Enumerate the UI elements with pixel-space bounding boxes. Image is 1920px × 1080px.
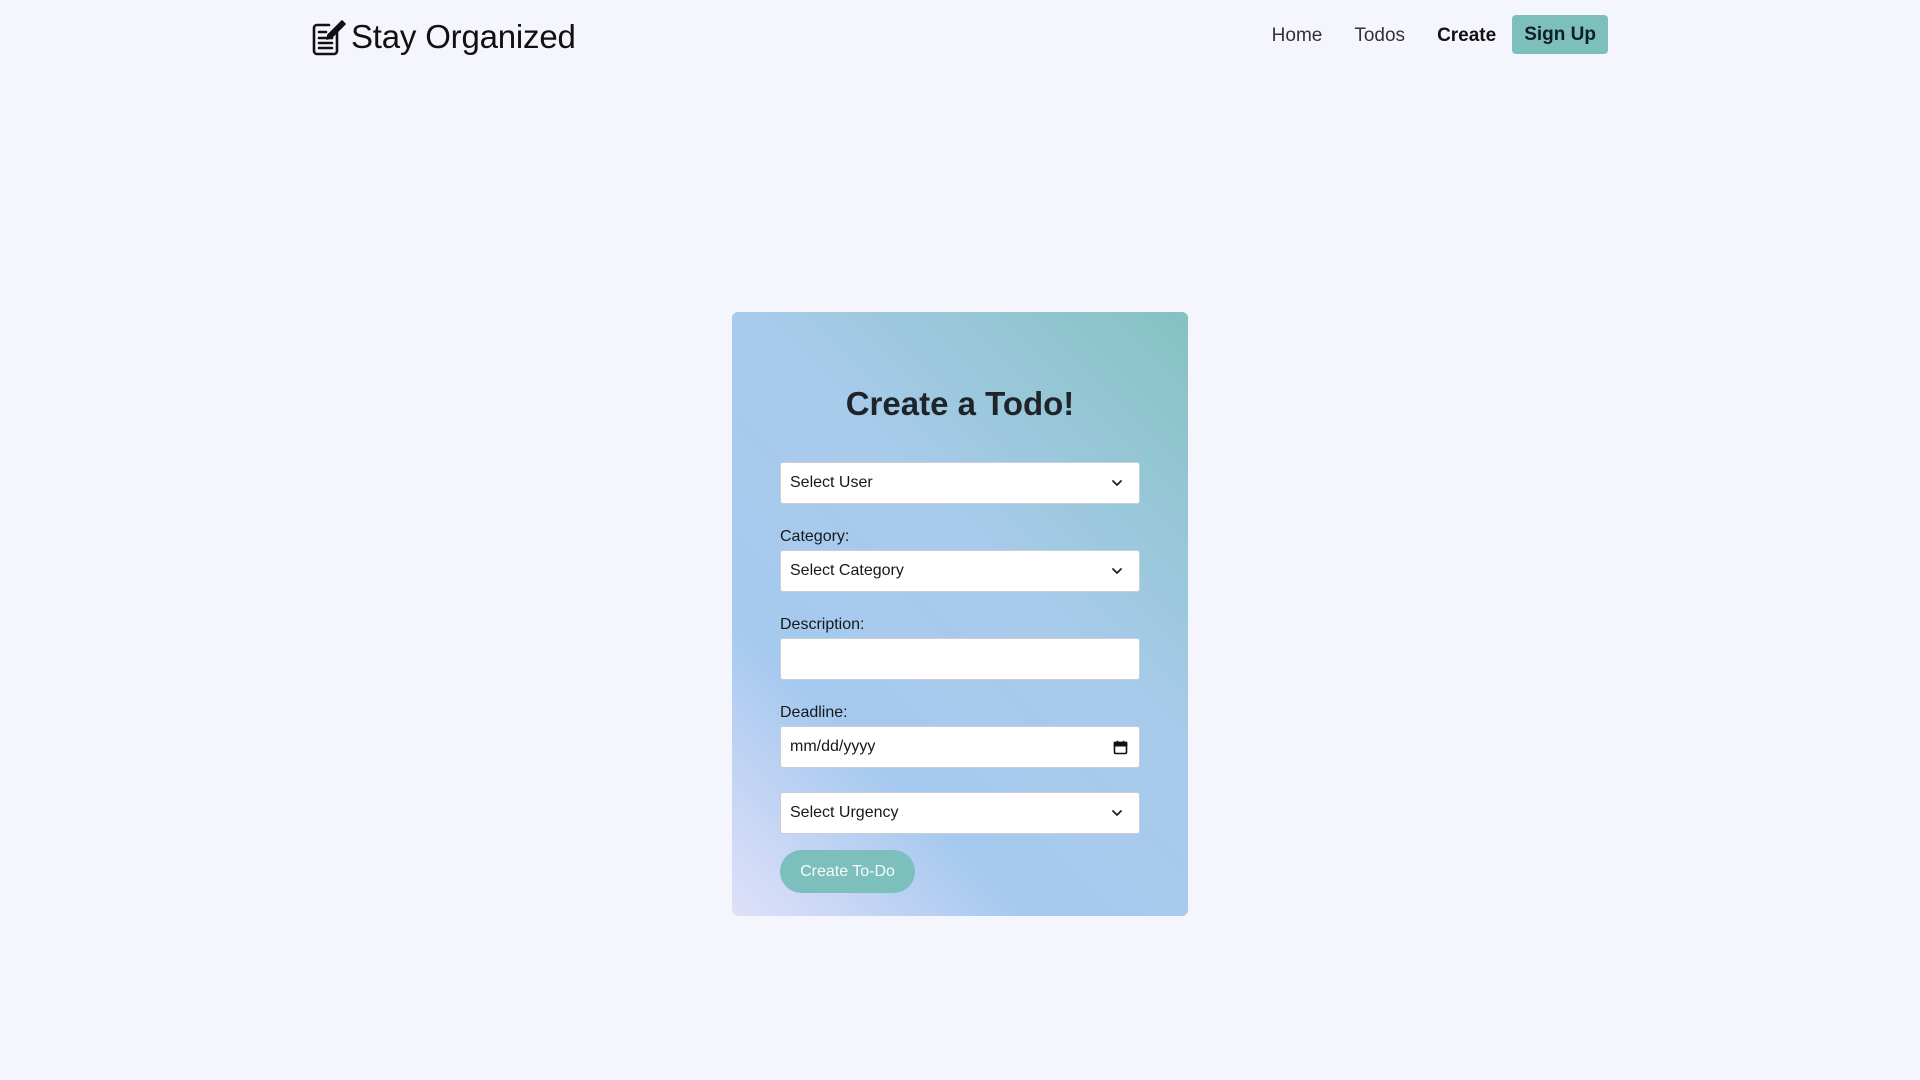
brand-link[interactable]: Stay Organized (311, 18, 576, 56)
sign-up-button[interactable]: Sign Up (1512, 14, 1608, 54)
urgency-select[interactable]: Select Urgency (780, 792, 1140, 834)
create-todo-card: Create a Todo! Select User Category: Sel… (732, 312, 1188, 916)
notepad-edit-icon (312, 20, 346, 56)
create-todo-button[interactable]: Create To-Do (780, 850, 915, 893)
category-label: Category: (780, 528, 850, 545)
category-select[interactable]: Select Category (780, 550, 1140, 592)
deadline-label: Deadline: (780, 704, 848, 721)
user-select-value: Select User (790, 474, 873, 491)
nav-link-create[interactable]: Create (1437, 16, 1496, 56)
page-title: Create a Todo! (845, 385, 1075, 422)
chevron-down-icon (1112, 480, 1122, 486)
brand-name: Stay Organized (351, 18, 576, 55)
calendar-icon[interactable] (1113, 740, 1128, 755)
main-nav: Home Todos Create Sign Up (1240, 14, 1608, 56)
deadline-date-input[interactable]: mm/dd/yyyy (780, 726, 1140, 768)
user-select[interactable]: Select User (780, 462, 1140, 504)
urgency-select-value: Select Urgency (790, 804, 899, 821)
nav-link-home[interactable]: Home (1272, 16, 1323, 56)
navbar: Stay Organized Home Todos Create Sign Up (0, 0, 1920, 74)
category-select-value: Select Category (790, 562, 904, 579)
description-label: Description: (780, 616, 865, 633)
chevron-down-icon (1112, 810, 1122, 816)
description-input[interactable] (780, 638, 1140, 680)
create-todo-form: Select User Category: Select Category De… (780, 462, 1140, 893)
deadline-placeholder: mm/dd/yyyy (790, 738, 876, 755)
nav-link-todos[interactable]: Todos (1354, 16, 1405, 56)
chevron-down-icon (1112, 568, 1122, 574)
